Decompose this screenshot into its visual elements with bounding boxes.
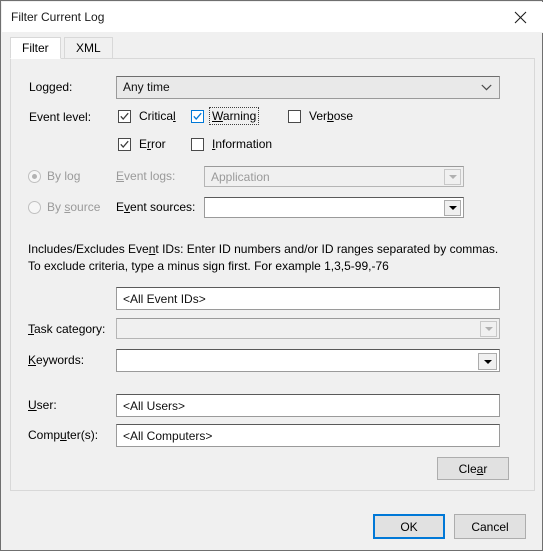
checkbox-warning[interactable]: Warning [191,107,260,125]
checkbox-error-label: Error [139,137,166,151]
radio-by-source-label: By source [47,200,101,214]
dropdown-arrow-icon [444,169,461,185]
dropdown-arrow-icon [444,200,461,216]
event-ids-help-text: Includes/Excludes Event IDs: Enter ID nu… [28,242,499,273]
cancel-button-label: Cancel [471,519,509,534]
keywords-combobox[interactable] [116,349,500,372]
radio-by-source-dot [28,200,41,214]
checkbox-critical[interactable]: Critical [118,108,178,124]
checkbox-verbose-box [288,109,301,123]
radio-by-log-label: By log [47,169,81,183]
task-category-label: Task category: [28,322,106,336]
user-value: <All Users> [123,399,186,413]
radio-by-source[interactable]: By source [28,199,100,215]
event-level-label: Event level: [29,110,92,124]
ok-button-label: OK [400,519,418,534]
tab-filter[interactable]: Filter [10,37,61,59]
chevron-down-icon [481,77,492,98]
event-ids-input[interactable]: <All Event IDs> [116,287,500,310]
filter-tab-panel: Logged: Any time Event level: Critical W… [10,58,535,491]
checkbox-error[interactable]: Error [118,136,168,152]
checkbox-critical-label: Critical [139,109,176,123]
checkbox-verbose-label: Verbose [309,109,354,123]
logged-combobox[interactable]: Any time [116,76,500,99]
cancel-button[interactable]: Cancel [454,514,526,539]
logged-value: Any time [123,80,170,94]
event-logs-label: Event logs: [116,169,176,183]
computers-input[interactable]: <All Computers> [116,424,500,447]
computers-value: <All Computers> [123,429,213,443]
event-ids-value: <All Event IDs> [123,292,206,306]
user-input[interactable]: <All Users> [116,394,500,417]
filter-current-log-dialog: Filter Current Log Filter XML Logged: An… [0,0,543,551]
radio-by-log-dot [28,169,41,183]
task-category-combobox[interactable] [116,318,500,339]
checkbox-information-box [191,137,204,151]
computers-label: Computer(s): [28,428,99,442]
checkbox-warning-box [191,109,204,123]
close-icon[interactable] [498,2,543,32]
clear-button[interactable]: Clear [437,457,509,480]
radio-by-log[interactable]: By log [28,168,80,184]
dropdown-arrow-icon [480,321,497,337]
ok-button[interactable]: OK [373,514,445,539]
checkbox-information[interactable]: Information [191,136,274,152]
tab-xml[interactable]: XML [64,37,113,59]
keywords-label: Keywords: [28,353,85,367]
checkbox-information-label: Information [212,137,273,151]
dropdown-arrow-icon [478,353,497,370]
window-title: Filter Current Log [11,10,105,24]
checkbox-error-box [118,137,131,151]
event-sources-combobox[interactable] [204,197,464,218]
user-label: User: [28,398,57,412]
title-bar: Filter Current Log [2,2,543,33]
checkbox-critical-box [118,109,131,123]
event-logs-combobox[interactable]: Application [204,166,464,187]
checkbox-warning-label: Warning [208,107,260,125]
event-logs-value: Application [211,170,270,184]
clear-button-label: Clear [458,461,488,476]
logged-label: Logged: [29,80,73,94]
checkbox-verbose[interactable]: Verbose [288,108,355,124]
event-sources-label: Event sources: [116,200,196,214]
